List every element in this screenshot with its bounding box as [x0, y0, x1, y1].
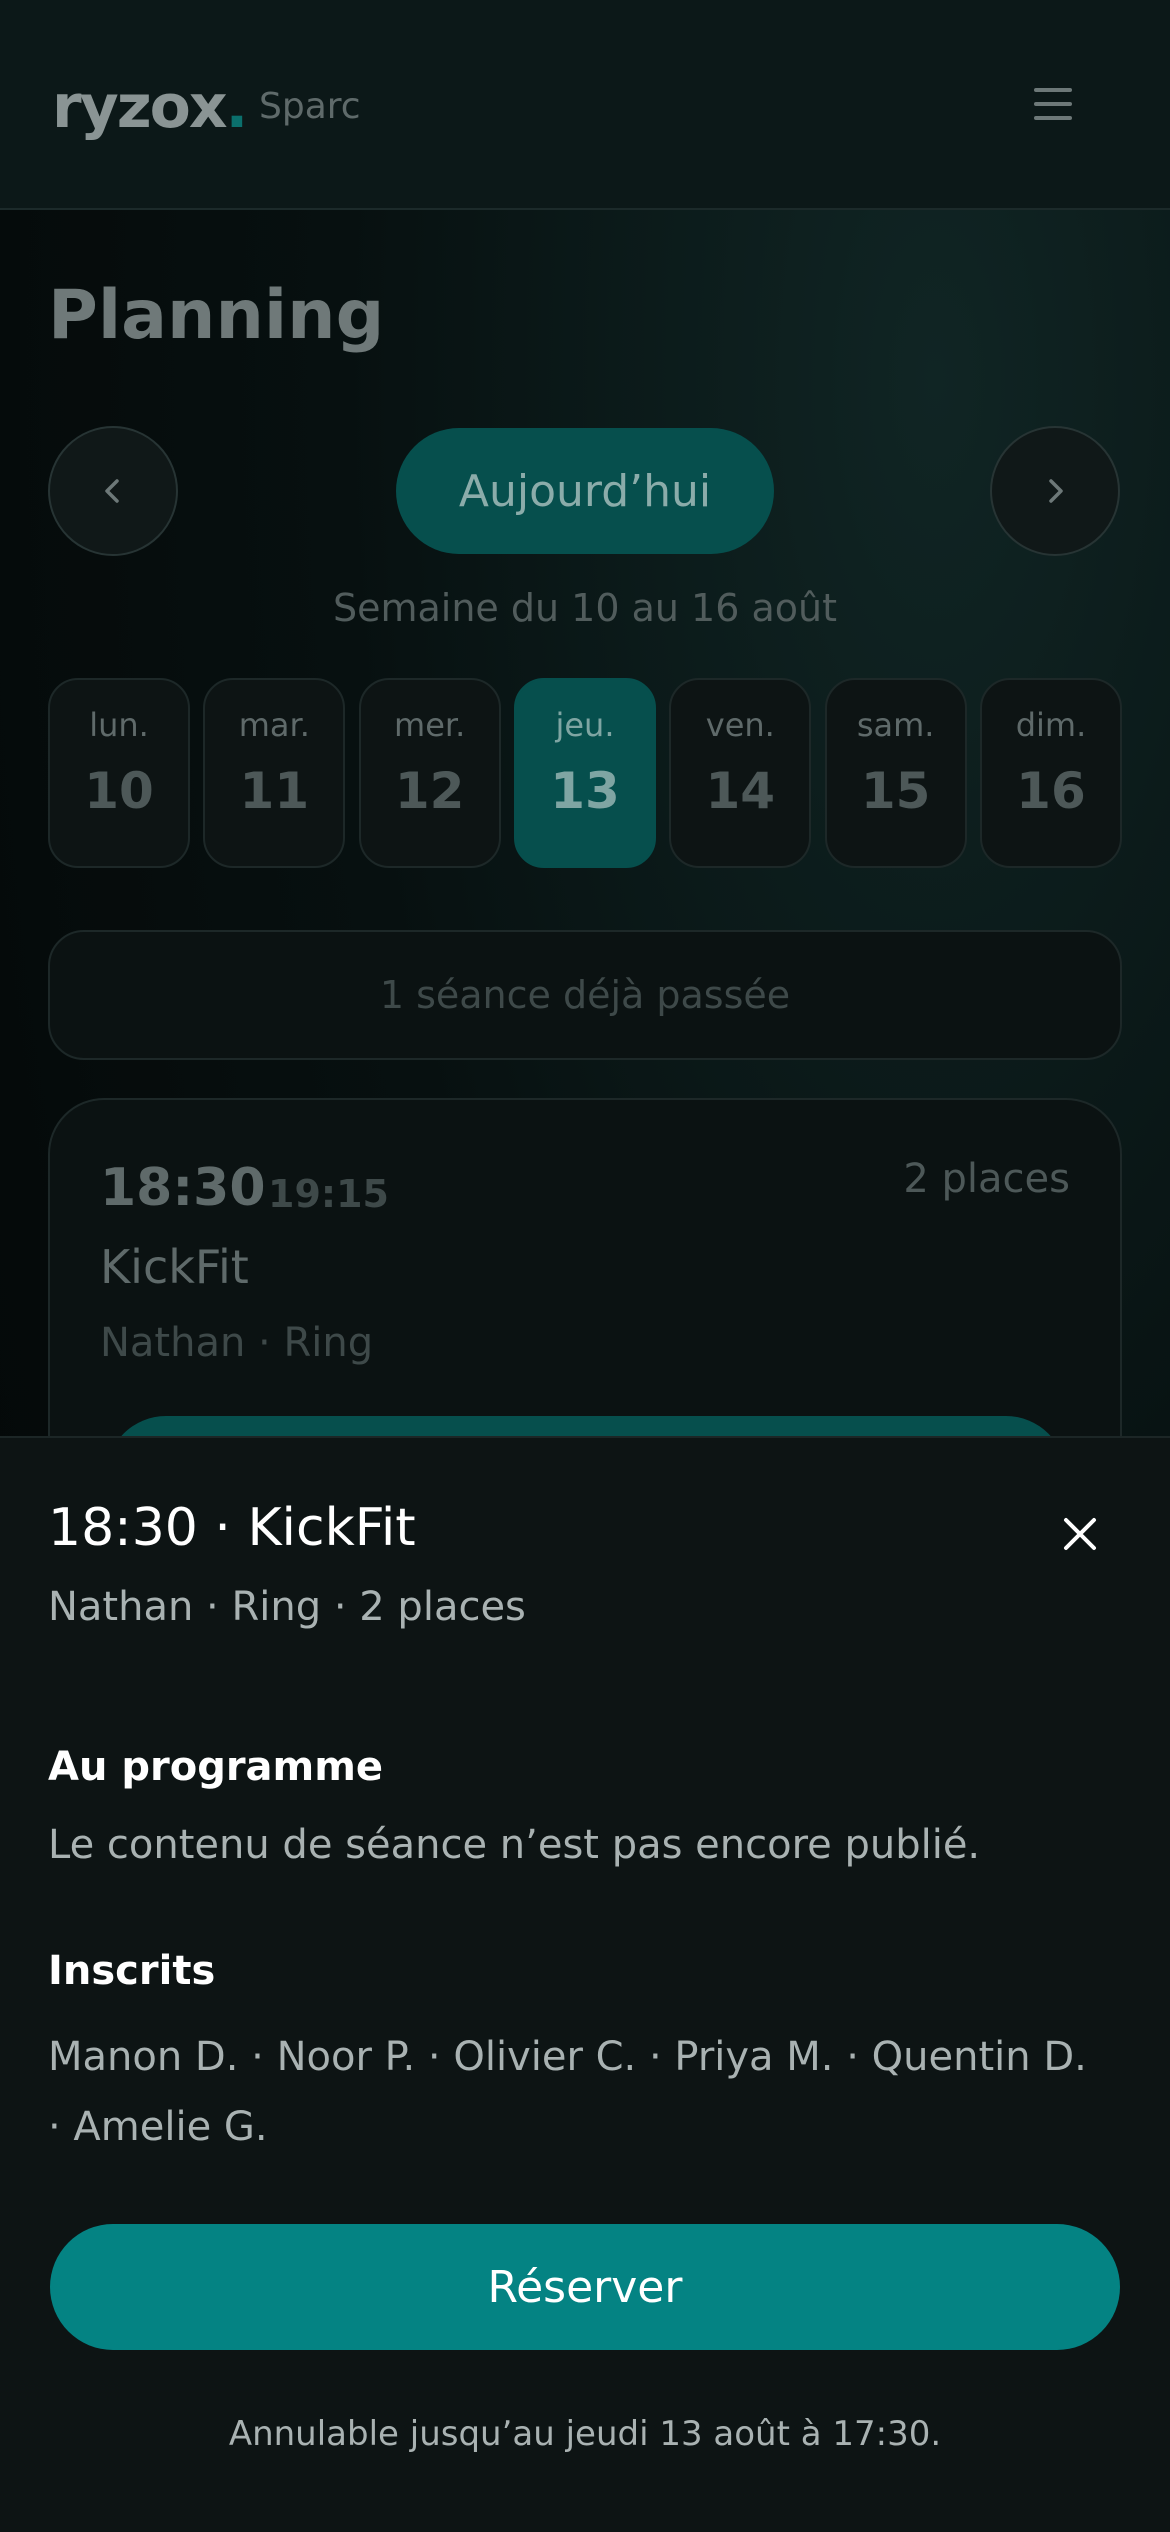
session-end-time: 19:15 [268, 1172, 389, 1216]
chevron-right-icon [1049, 479, 1063, 503]
reserve-button[interactable]: Réserver [50, 2224, 1120, 2350]
chevron-left-icon [105, 479, 119, 503]
hamburger-menu-icon[interactable] [1034, 88, 1072, 120]
sheet-meta: Nathan · Ring · 2 places [48, 1584, 526, 1630]
logo[interactable]: ryzox. [52, 72, 248, 142]
today-button[interactable]: Aujourd’hui [396, 428, 774, 554]
cancellation-note: Annulable jusqu’au jeudi 13 août à 17:30… [228, 2414, 942, 2454]
session-meta: Nathan · Ring [100, 1320, 374, 1366]
close-icon[interactable] [1058, 1512, 1102, 1556]
day-sat[interactable]: sam. 15 [824, 678, 967, 868]
app-screen: ryzox. Sparc Planning Aujourd’hui Semain… [0, 0, 1170, 2532]
day-selector: lun. 10 mar. 11 mer. 12 jeu. 13 ven. 14 sam. 1… [48, 678, 1122, 868]
previous-week-button[interactable] [48, 426, 178, 556]
next-week-button[interactable] [990, 426, 1120, 556]
program-text: Le contenu de séance n’est pas encore pu… [48, 1822, 981, 1868]
session-name: KickFit [100, 1240, 249, 1294]
day-mon[interactable]: lun. 10 [48, 678, 190, 868]
page-title: Planning [48, 276, 385, 355]
week-range-label: Semaine du 10 au 16 août [332, 586, 838, 630]
day-fri[interactable]: ven. 14 [669, 678, 812, 868]
session-detail-sheet: 18:30 · KickFit Nathan · Ring · 2 places… [0, 1436, 1170, 2532]
program-heading: Au programme [48, 1744, 384, 1790]
day-thu-selected[interactable]: jeu. 13 [513, 678, 656, 868]
day-tue[interactable]: mar. 11 [203, 678, 346, 868]
top-bar: ryzox. Sparc [0, 0, 1170, 210]
session-places: 2 places [903, 1156, 1070, 1202]
day-wed[interactable]: mer. 12 [358, 678, 501, 868]
day-sun[interactable]: dim. 16 [979, 678, 1122, 868]
club-name: Sparc [259, 86, 361, 127]
sheet-title: 18:30 · KickFit [48, 1498, 416, 1558]
session-start-time: 18:30 [100, 1158, 266, 1218]
registered-list: Manon D. · Noor P. · Olivier C. · Priya … [48, 2034, 1087, 2150]
past-sessions-toggle[interactable]: 1 séance déjà passée [48, 930, 1122, 1060]
registered-heading: Inscrits [48, 1948, 216, 1994]
